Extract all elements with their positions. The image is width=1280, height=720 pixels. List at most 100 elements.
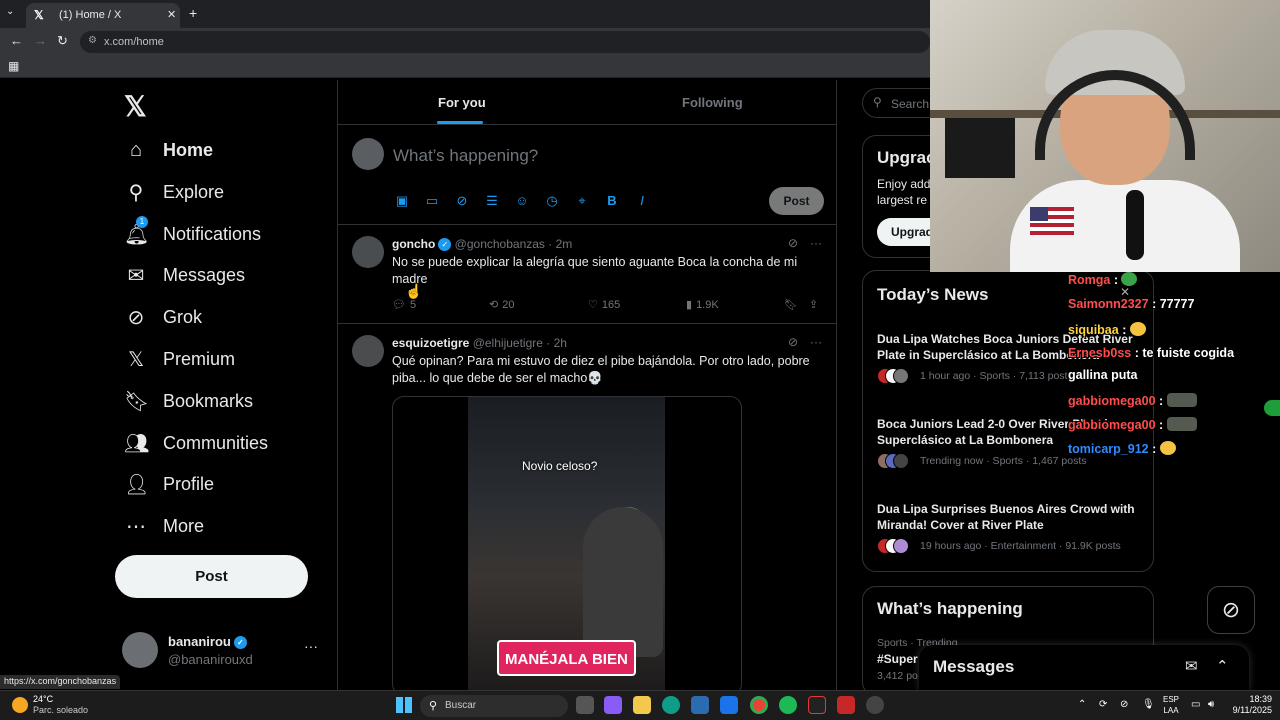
grok-icon[interactable]: ⊘	[788, 236, 798, 250]
side-widget-icon[interactable]	[1264, 400, 1280, 416]
taskbar-search[interactable]: ⚲ Buscar	[420, 695, 568, 717]
video-banner: MANÉJALA BIEN	[497, 640, 636, 676]
chrome-icon[interactable]	[750, 696, 768, 714]
close-icon[interactable]: ✕	[167, 8, 176, 21]
messages-drawer[interactable]: Messages ✉ ⌃	[919, 645, 1249, 690]
italic-icon[interactable]: I	[633, 193, 651, 209]
expand-icon[interactable]: ⌃	[1216, 657, 1229, 675]
gif-icon[interactable]: ▭	[423, 193, 441, 209]
sidebar-item-bookmarks[interactable]: 🔖︎ Bookmarks	[124, 381, 253, 421]
url-field[interactable]: ⚙ x.com/home	[80, 31, 930, 53]
tab-list-chevron-icon[interactable]: ⌄	[6, 6, 14, 17]
file-explorer-icon[interactable]	[633, 696, 651, 714]
copilot-icon[interactable]	[604, 696, 622, 714]
emoji-icon[interactable]: ☺	[513, 193, 531, 209]
bookmark-icon: 🔖︎	[124, 390, 150, 413]
sidebar-item-label: Grok	[163, 306, 203, 327]
image-icon[interactable]: ▣	[393, 193, 411, 209]
like-button[interactable]: ♡ 165	[588, 298, 620, 312]
store-icon[interactable]	[691, 696, 709, 714]
location-icon[interactable]: ⌖	[573, 193, 591, 209]
views-button[interactable]: ▮ 1.9K	[686, 298, 719, 312]
composer-post-button[interactable]: Post	[769, 187, 824, 215]
tweet-time[interactable]: · 2m	[548, 237, 572, 251]
sidebar-item-profile[interactable]: 👤︎ Profile	[124, 464, 214, 504]
tweet-author-name[interactable]: esquizoetigre	[392, 336, 469, 350]
sidebar-item-explore[interactable]: ⚲ Explore	[124, 172, 224, 212]
new-tab-plus-icon[interactable]: +	[189, 5, 197, 21]
home-icon: ⌂	[129, 138, 143, 161]
repost-button[interactable]: ⟲ 20	[489, 298, 514, 312]
volume-icon[interactable]: 🔊︎	[1208, 699, 1214, 710]
composer-input[interactable]: What’s happening?	[393, 146, 538, 166]
trend-count: 3,412 po	[877, 670, 918, 682]
grok-floating-button[interactable]: ⊘	[1207, 586, 1255, 634]
news-item[interactable]: Dua Lipa Surprises Buenos Aires Crowd wi…	[877, 501, 1147, 554]
tweet[interactable]: goncho ✓ @gonchobanzas · 2m ⊘ ··· No se p…	[338, 225, 836, 324]
back-arrow-icon[interactable]: ←	[10, 33, 23, 48]
app-icon[interactable]	[808, 696, 826, 714]
avatar[interactable]	[352, 335, 384, 367]
messages-title: Messages	[933, 657, 1015, 676]
avatar[interactable]	[352, 236, 384, 268]
sidebar-item-messages[interactable]: ✉ Messages	[124, 255, 245, 295]
outlook-icon[interactable]	[720, 696, 738, 714]
tray-app-icon[interactable]: ⟳	[1099, 699, 1107, 710]
webcam-overlay	[930, 0, 1280, 272]
account-switcher[interactable]: bananirou ✓ @bananirouxd ···	[122, 632, 327, 672]
bold-icon[interactable]: B	[603, 193, 621, 209]
sidebar-item-communities[interactable]: 👥︎ Communities	[124, 423, 268, 463]
more-icon[interactable]: ···	[810, 236, 822, 250]
language-indicator[interactable]: ESP LAA	[1163, 694, 1179, 716]
task-view-icon[interactable]	[576, 696, 594, 714]
tab-following[interactable]: Following	[682, 95, 743, 110]
tweet-time[interactable]: · 2h	[546, 336, 567, 350]
site-info-icon[interactable]: ⚙	[88, 35, 97, 46]
close-icon[interactable]: ✕	[1120, 285, 1130, 299]
edge-icon[interactable]	[662, 696, 680, 714]
sidebar-item-notifications[interactable]: 🔔︎ 1 Notifications	[124, 214, 261, 254]
grok-icon[interactable]: ⊘	[453, 193, 471, 209]
reload-icon[interactable]: ↻	[57, 33, 68, 49]
browser-tab[interactable]: 𝕏 (1) Home / X ✕	[26, 3, 180, 28]
tab-for-you[interactable]: For you	[438, 95, 486, 110]
tray-chevron-icon[interactable]: ⌃	[1078, 699, 1086, 710]
more-icon[interactable]: ···	[810, 335, 822, 349]
post-button[interactable]: Post	[115, 555, 308, 598]
clock-time[interactable]: 18:39	[1232, 694, 1272, 704]
avatar	[893, 538, 909, 554]
tweet-text: No se puede explicar la alegría que sien…	[392, 255, 798, 286]
tweet-handle[interactable]: @gonchobanzas	[455, 237, 545, 251]
chat-text: gallina puta	[1068, 368, 1138, 382]
network-icon[interactable]: ▭	[1191, 699, 1200, 710]
sidebar-item-grok[interactable]: ⊘ Grok	[124, 297, 202, 337]
forward-arrow-icon[interactable]: →	[34, 33, 47, 48]
schedule-icon[interactable]: ◷	[543, 193, 561, 209]
sidebar-item-more[interactable]: ⋯ More	[124, 506, 204, 546]
x-logo-icon[interactable]: 𝕏	[124, 90, 147, 123]
app-icon[interactable]	[837, 696, 855, 714]
weather-sun-icon[interactable]	[12, 697, 28, 713]
sidebar-item-label: Bookmarks	[163, 390, 254, 411]
sidebar-item-label: Communities	[163, 432, 269, 453]
more-icon[interactable]: ···	[304, 638, 318, 654]
trend-tag[interactable]: #Super	[877, 652, 918, 666]
windows-start-icon[interactable]	[396, 697, 412, 713]
share-icon[interactable]: ⇪	[809, 298, 818, 311]
bookmark-icon[interactable]: 🔖︎	[784, 298, 798, 311]
microphone-icon[interactable]: 🎙︎	[1142, 699, 1155, 710]
spotify-icon[interactable]	[779, 696, 797, 714]
app-icon[interactable]	[866, 696, 884, 714]
tweet-author-name[interactable]: goncho	[392, 237, 435, 251]
tray-app-icon[interactable]: ⊘	[1120, 699, 1128, 710]
apps-grid-icon[interactable]: ▦	[8, 59, 19, 73]
new-message-icon[interactable]: ✉	[1185, 657, 1198, 675]
poll-icon[interactable]: ☰	[483, 193, 501, 209]
clock-date[interactable]: 9/11/2025	[1222, 705, 1272, 715]
tweet-handle[interactable]: @elhijuetigre	[473, 336, 543, 350]
tweet-video[interactable]: Novio celoso? MANÉJALA BIEN	[392, 396, 742, 690]
grok-icon[interactable]: ⊘	[788, 335, 798, 349]
sidebar-item-premium[interactable]: 𝕏 Premium	[124, 339, 235, 379]
tweet[interactable]: esquizoetigre @elhijuetigre · 2h ⊘ ··· Q…	[338, 324, 836, 690]
sidebar-item-home[interactable]: ⌂ Home	[124, 130, 213, 170]
